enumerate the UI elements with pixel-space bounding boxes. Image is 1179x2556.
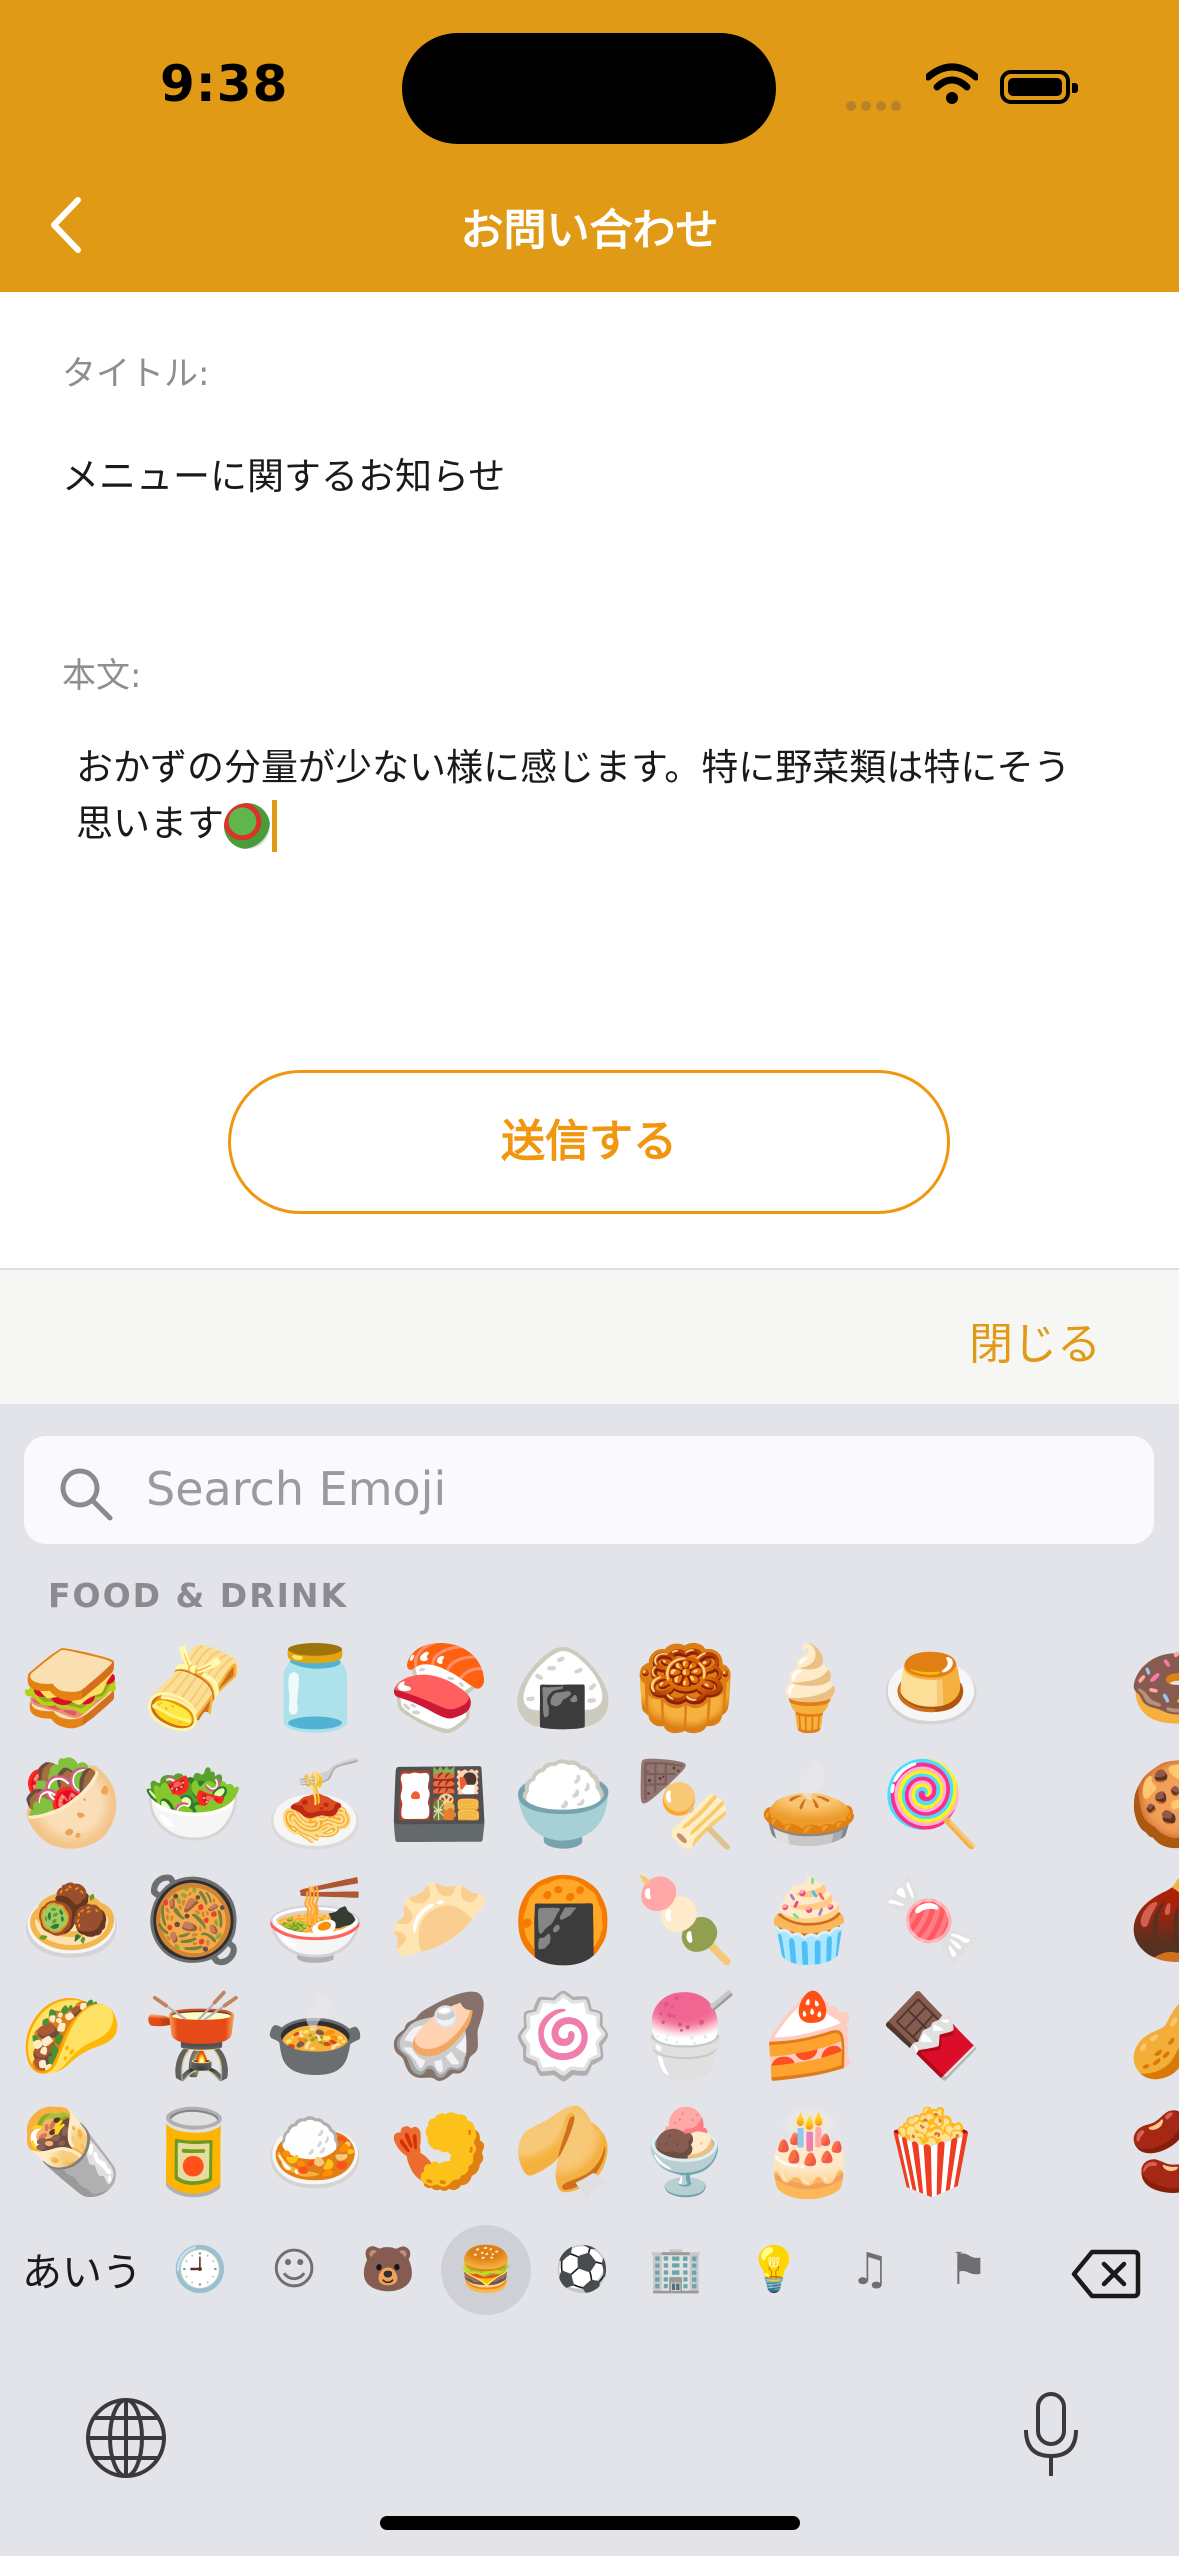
emoji-key[interactable]: 🥧 [758, 1756, 860, 1854]
emoji-key[interactable]: 🍦 [758, 1640, 860, 1738]
symbols-icon[interactable]: ♫ [830, 2222, 910, 2318]
activity-icon[interactable]: ⚽ [542, 2222, 622, 2318]
emoji-key[interactable]: 🌮 [20, 1988, 122, 2086]
emoji-key[interactable]: 🥮 [634, 1640, 736, 1738]
recent-icon[interactable]: 🕘 [160, 2222, 240, 2318]
cellular-signal-icon [846, 96, 906, 115]
emoji-key[interactable]: 🍤 [388, 2104, 490, 2200]
emoji-search-placeholder: Search Emoji [146, 1462, 447, 1516]
emoji-key[interactable]: 🍜 [264, 1872, 366, 1970]
emoji-key[interactable]: 🍛 [264, 2104, 366, 2200]
emoji-key[interactable]: 🍭 [880, 1756, 982, 1854]
emoji-key[interactable]: 🥙 [20, 1756, 122, 1854]
home-indicator [380, 2516, 800, 2530]
emoji-key[interactable]: 🥜 [1128, 1988, 1179, 2086]
objects-icon[interactable]: 💡 [734, 2222, 814, 2318]
emoji-key[interactable]: 🍲 [264, 1988, 366, 2086]
emoji-key[interactable]: 🍘 [512, 1872, 614, 1970]
emoji-key[interactable]: 🫙 [264, 1640, 366, 1738]
globe-button[interactable] [84, 2396, 168, 2484]
emoji-key[interactable]: 🥗 [142, 1756, 244, 1854]
text-cursor [272, 799, 277, 852]
dictation-button[interactable] [1020, 2390, 1082, 2486]
emoji-key[interactable]: 🦪 [388, 1988, 490, 2086]
emoji-key[interactable]: 🎂 [758, 2104, 860, 2200]
emoji-key[interactable]: 🍣 [388, 1640, 490, 1738]
emoji-grid: 🥪🫔🫙🍣🍙🥮🍦🍮 🍩 🥙🥗🍝🍱🍚🍢🥧🍭 🍪 🧆🥘🍜🥟🍘🍡🧁🍬 🌰 🌮🫕🍲🦪🍥🍧🍰🍫 🥜 🌯🥫🍛🍤… [0, 1630, 1179, 2200]
backspace-icon [1071, 2249, 1141, 2299]
body-label: 本文: [62, 656, 142, 696]
emoji-key[interactable]: 🍥 [512, 1988, 614, 2086]
travel-icon[interactable]: 🏢 [636, 2222, 716, 2318]
search-icon [58, 1466, 114, 1526]
emoji-key[interactable]: 🥫 [142, 2104, 244, 2200]
emoji-key[interactable]: 🍮 [880, 1640, 982, 1738]
emoji-key[interactable]: 🍙 [512, 1640, 614, 1738]
emoji-key[interactable]: 🍪 [1128, 1756, 1179, 1854]
wifi-icon [924, 63, 980, 111]
status-time: 9:38 [160, 55, 289, 113]
delete-button[interactable] [1070, 2246, 1142, 2306]
emoji-key[interactable]: 🧆 [20, 1872, 122, 1970]
emoji-key[interactable]: 🫘 [1128, 2104, 1179, 2200]
emoji-key[interactable]: 🫕 [142, 1988, 244, 2086]
title-field[interactable]: メニューに関するお知らせ [62, 446, 505, 500]
emoji-key[interactable]: 🧁 [758, 1872, 860, 1970]
emoji-key[interactable]: 🍩 [1128, 1640, 1179, 1738]
submit-button[interactable]: 送信する [228, 1070, 950, 1214]
close-button[interactable]: 閉じる [969, 1308, 1101, 1372]
globe-icon [86, 2398, 166, 2478]
salad-emoji-icon [224, 802, 270, 849]
emoji-key[interactable]: 🍱 [388, 1756, 490, 1854]
battery-icon [1000, 70, 1078, 104]
microphone-icon [1024, 2392, 1078, 2476]
emoji-key[interactable]: 🍨 [634, 2104, 736, 2200]
emoji-key[interactable]: 🍡 [634, 1872, 736, 1970]
emoji-key[interactable]: 🥘 [142, 1872, 244, 1970]
emoji-category-bar: 🕘 ☺ 🐻 🍔 ⚽ 🏢 💡 ♫ ⚑ [0, 2222, 1179, 2318]
emoji-key[interactable]: 🥠 [512, 2104, 614, 2200]
title-label: タイトル: [62, 354, 210, 394]
emoji-key[interactable]: 🍚 [512, 1756, 614, 1854]
flags-icon[interactable]: ⚑ [928, 2222, 1008, 2318]
emoji-key[interactable]: 🌯 [20, 2104, 122, 2200]
body-field[interactable]: おかずの分量が少ない様に感じます。特に野菜類は特にそう思います [76, 740, 1096, 852]
page-title: お問い合わせ [460, 206, 719, 256]
emoji-key[interactable]: 🌰 [1128, 1872, 1179, 1970]
emoji-key[interactable]: 🍫 [880, 1988, 982, 2086]
emoji-key[interactable]: 🍝 [264, 1756, 366, 1854]
emoji-key[interactable]: 🍬 [880, 1872, 982, 1970]
emoji-key[interactable]: 🍰 [758, 1988, 860, 2086]
smileys-icon[interactable]: ☺ [254, 2222, 334, 2318]
emoji-key[interactable]: 🍢 [634, 1756, 736, 1854]
food-icon[interactable]: 🍔 [441, 2225, 531, 2315]
dynamic-island [402, 33, 776, 144]
emoji-key[interactable]: 🥟 [388, 1872, 490, 1970]
emoji-key[interactable]: 🍿 [880, 2104, 982, 2200]
emoji-key[interactable]: 🫔 [142, 1640, 244, 1738]
animals-icon[interactable]: 🐻 [348, 2222, 428, 2318]
emoji-key[interactable]: 🍧 [634, 1988, 736, 2086]
emoji-section-title: FOOD & DRINK [48, 1576, 349, 1615]
emoji-key[interactable]: 🥪 [20, 1640, 122, 1738]
